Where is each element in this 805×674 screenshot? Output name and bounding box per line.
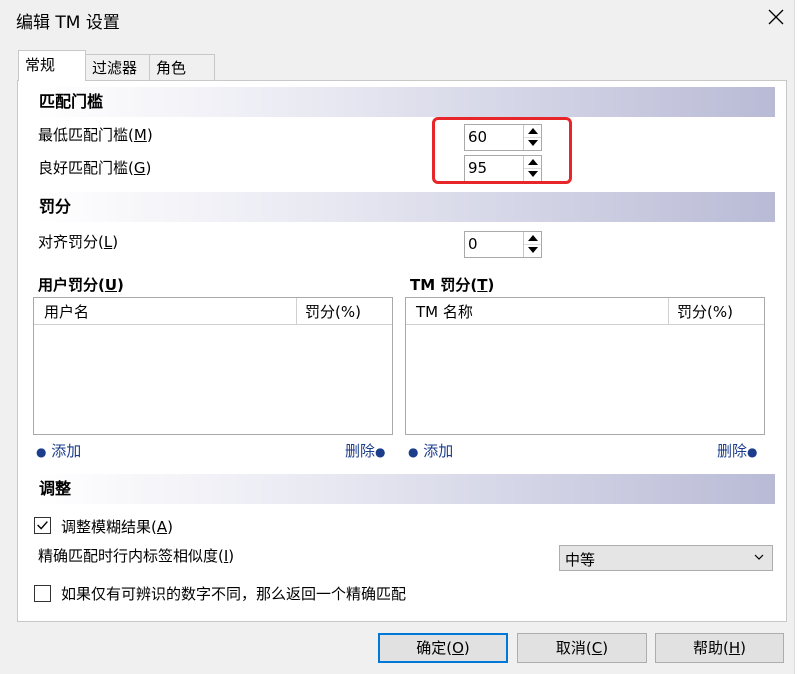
user-penalty-title: 用户罚分(U): [38, 276, 124, 294]
digits-exact-checkbox[interactable]: [34, 585, 51, 602]
help-button[interactable]: 帮助(H): [655, 633, 784, 663]
checkmark-icon: [37, 521, 48, 530]
list-header: 用户名 罚分(%): [34, 298, 392, 325]
section-header-penalty: 罚分: [35, 192, 775, 222]
close-icon: [768, 9, 784, 25]
user-add-label[interactable]: 添加: [51, 442, 81, 460]
column-header-username[interactable]: 用户名: [44, 301, 89, 322]
fuzzy-adjust-label[interactable]: 调整模糊结果(A): [61, 516, 173, 537]
bullet-icon: ●: [408, 445, 419, 459]
user-penalty-list[interactable]: 用户名 罚分(%): [33, 297, 393, 435]
section-header-match-threshold: 匹配门槛: [35, 87, 775, 117]
min-threshold-label: 最低匹配门槛(M): [38, 126, 153, 144]
bullet-icon: ●: [375, 445, 386, 459]
column-divider[interactable]: [296, 298, 297, 324]
tab-roles[interactable]: 角色: [149, 54, 215, 80]
list-header: TM 名称 罚分(%): [406, 298, 764, 325]
chevron-down-icon: [754, 554, 764, 560]
bullet-icon: ●: [747, 445, 758, 459]
tm-add-label[interactable]: 添加: [423, 442, 453, 460]
cancel-button[interactable]: 取消(C): [517, 633, 647, 663]
column-header-tm-name[interactable]: TM 名称: [416, 301, 473, 322]
tab-general-label: 常规: [25, 56, 56, 74]
arrow-up-icon: [527, 235, 538, 241]
align-penalty-value[interactable]: 0: [468, 235, 478, 253]
user-add-link[interactable]: ● 添加: [36, 440, 81, 461]
tm-penalty-title: TM 罚分(T): [410, 276, 495, 294]
background-window-edge: [794, 0, 805, 674]
bullet-icon: ●: [36, 445, 47, 459]
window-title: 编辑 TM 设置: [16, 13, 120, 33]
spin-down-button[interactable]: [524, 244, 541, 256]
align-penalty-label: 对齐罚分(L): [38, 233, 119, 251]
section-header-adjust: 调整: [35, 474, 775, 504]
align-penalty-stepper[interactable]: 0: [464, 231, 542, 258]
column-divider[interactable]: [668, 298, 669, 324]
digits-exact-label[interactable]: 如果仅有可辨识的数字不同，那么返回一个精确匹配: [61, 583, 406, 604]
tab-filters[interactable]: 过滤器: [85, 54, 150, 80]
select-value: 中等: [565, 551, 596, 569]
tab-general[interactable]: 常规: [18, 50, 86, 81]
tm-delete-link[interactable]: 删除●: [717, 440, 758, 461]
tm-delete-label[interactable]: 删除: [717, 442, 747, 460]
close-button[interactable]: [765, 6, 787, 28]
fuzzy-adjust-checkbox[interactable]: [34, 517, 51, 534]
arrow-down-icon: [527, 247, 538, 253]
tm-penalty-list[interactable]: TM 名称 罚分(%): [405, 297, 765, 435]
tab-roles-label: 角色: [156, 59, 187, 77]
tab-filters-label: 过滤器: [92, 59, 138, 77]
column-header-penalty[interactable]: 罚分(%): [677, 301, 733, 322]
highlight-annotation: [432, 117, 572, 184]
user-delete-label[interactable]: 删除: [345, 442, 375, 460]
inline-tag-similarity-select[interactable]: 中等: [559, 545, 773, 571]
inline-tag-similarity-label: 精确匹配时行内标签相似度(I): [38, 547, 235, 565]
user-delete-link[interactable]: 删除●: [345, 440, 386, 461]
good-threshold-label: 良好匹配门槛(G): [38, 159, 152, 177]
tm-add-link[interactable]: ● 添加: [408, 440, 453, 461]
ok-button[interactable]: 确定(O): [378, 633, 508, 663]
column-header-penalty[interactable]: 罚分(%): [305, 301, 361, 322]
